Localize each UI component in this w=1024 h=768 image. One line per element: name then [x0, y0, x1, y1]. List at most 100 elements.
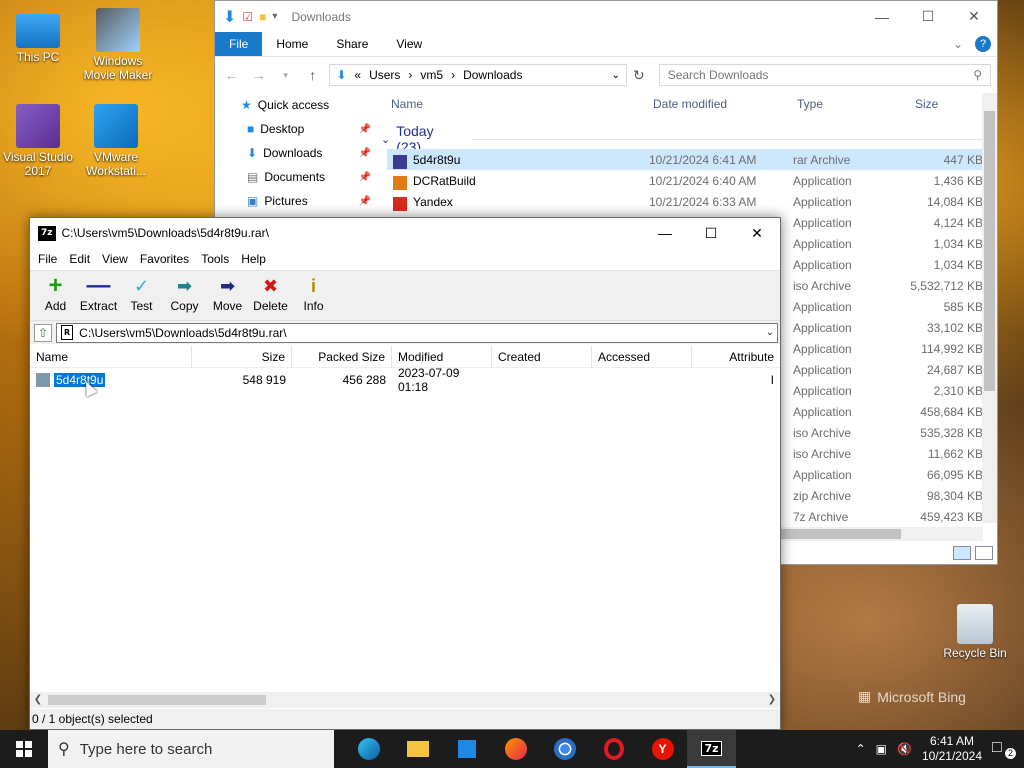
menu-file[interactable]: File — [32, 252, 63, 266]
vertical-scrollbar[interactable] — [982, 93, 997, 523]
column-attribute[interactable]: Attribute — [692, 346, 780, 368]
taskbar: ⚲ Type here to search Y 7z ⌃ ▣ 🔇 6:41 AM… — [0, 730, 1024, 768]
menu-edit[interactable]: Edit — [63, 252, 96, 266]
archive-row[interactable]: 5d4r8t9u 548 919 456 288 2023-07-09 01:1… — [30, 366, 780, 394]
scroll-thumb[interactable] — [48, 695, 266, 705]
clock[interactable]: 6:41 AM 10/21/2024 — [922, 734, 982, 764]
menu-favorites[interactable]: Favorites — [134, 252, 195, 266]
minimize-button[interactable]: — — [859, 1, 905, 32]
ribbon-expand-icon[interactable]: ⌄ — [953, 37, 963, 51]
address-dropdown-icon[interactable]: ⌄ — [612, 70, 620, 81]
help-icon[interactable]: ? — [975, 36, 991, 52]
desktop-icon-this-pc[interactable]: This PC — [0, 8, 76, 64]
file-row-size-text: 459,423 KB — [920, 509, 983, 524]
column-size[interactable]: Size — [909, 97, 979, 111]
file-row[interactable]: Yandex 10/21/2024 6:33 AM Application 14,08… — [387, 191, 985, 212]
scroll-thumb[interactable] — [781, 529, 901, 539]
info-button[interactable]: i Info — [292, 271, 335, 314]
column-type[interactable]: Type — [791, 97, 909, 111]
path-dropdown-icon[interactable]: ⌄ — [763, 327, 777, 338]
up-folder-button[interactable]: ⇧ — [34, 323, 52, 342]
yandex-icon[interactable]: Y — [638, 730, 687, 768]
close-button[interactable]: ✕ — [951, 1, 997, 32]
move-button[interactable]: ➡ Move — [206, 271, 249, 314]
file-row-type-text: Application — [793, 257, 852, 272]
scroll-thumb[interactable] — [984, 111, 995, 391]
menu-tools[interactable]: Tools — [195, 252, 235, 266]
start-button[interactable] — [0, 730, 48, 768]
column-size[interactable]: Size — [192, 345, 292, 368]
menu-view[interactable]: View — [96, 252, 134, 266]
taskbar-search-input[interactable]: ⚲ Type here to search — [48, 730, 334, 768]
recent-locations-icon[interactable]: ▾ — [275, 70, 296, 81]
nav-downloads[interactable]: ⬇ Downloads 📌 — [215, 141, 379, 165]
column-packed-size[interactable]: Packed Size — [292, 345, 392, 368]
horizontal-scrollbar[interactable] — [781, 527, 983, 541]
breadcrumb-overflow-icon[interactable]: « — [354, 68, 361, 82]
store-icon[interactable] — [442, 730, 491, 768]
file-row[interactable]: DCRatBuild 10/21/2024 6:40 AM Application 1… — [387, 170, 985, 191]
file-row-name: Yandex — [387, 195, 649, 211]
column-modified[interactable]: Modified — [392, 345, 492, 368]
scroll-right-icon[interactable]: ❯ — [764, 692, 780, 708]
refresh-button[interactable]: ↻ — [633, 67, 645, 84]
back-button[interactable]: ← — [221, 67, 242, 83]
search-input[interactable]: Search Downloads ⚲ — [658, 64, 991, 86]
maximize-button[interactable]: ☐ — [688, 218, 734, 248]
test-button[interactable]: ✓ Test — [120, 271, 163, 314]
breadcrumb-vm5[interactable]: vm5 — [420, 68, 443, 82]
notification-center-button[interactable]: □ 2 — [992, 739, 1016, 759]
column-accessed[interactable]: Accessed — [592, 345, 692, 368]
desktop-icon-movie-maker[interactable]: Windows Movie Maker — [80, 8, 156, 82]
minimize-button[interactable]: — — [642, 218, 688, 248]
details-view-icon[interactable] — [953, 546, 971, 560]
tab-share[interactable]: Share — [322, 32, 382, 56]
column-name[interactable]: Name — [385, 97, 647, 111]
close-button[interactable]: ✕ — [734, 218, 780, 248]
nav-quick-access[interactable]: ★ Quick access — [215, 93, 379, 117]
edge-icon[interactable] — [344, 730, 393, 768]
desktop-icon-visual-studio[interactable]: Visual Studio 2017 — [0, 104, 76, 178]
properties-icon[interactable]: ☑ — [242, 10, 253, 24]
large-icons-view-icon[interactable] — [975, 546, 993, 560]
tab-view[interactable]: View — [382, 32, 436, 56]
extract-button[interactable]: — Extract — [77, 271, 120, 313]
column-date-modified[interactable]: Date modified — [647, 97, 791, 111]
clock-date: 10/21/2024 — [921, 749, 982, 763]
scroll-left-icon[interactable]: ❮ — [30, 692, 46, 708]
delete-button[interactable]: ✖ Delete — [249, 271, 292, 314]
firefox-icon[interactable] — [491, 730, 540, 768]
column-name[interactable]: Name — [30, 345, 192, 368]
file-row[interactable]: 5d4r8t9u 10/21/2024 6:41 AM rar Archive 447… — [387, 149, 985, 170]
chrome-icon[interactable] — [540, 730, 589, 768]
column-created[interactable]: Created — [492, 345, 592, 368]
desktop-icon-recycle-bin[interactable]: Recycle Bin — [937, 604, 1013, 660]
copy-button[interactable]: ➡ Copy — [163, 271, 206, 314]
address-bar[interactable]: ⬇ « Users › vm5 › Downloads ⌄ — [329, 64, 627, 86]
breadcrumb-users[interactable]: Users — [369, 68, 400, 82]
file-row-size-text: 4,124 KB — [933, 215, 983, 230]
maximize-button[interactable]: ☐ — [905, 1, 951, 32]
add-button[interactable]: + Add — [34, 271, 77, 313]
nav-desktop[interactable]: ■ Desktop 📌 — [215, 117, 379, 141]
up-button[interactable]: ↑ — [302, 67, 323, 83]
menu-help[interactable]: Help — [235, 252, 272, 266]
folder-icon[interactable]: ■ — [259, 10, 266, 24]
horizontal-scrollbar[interactable]: ❮ ❯ — [30, 692, 780, 708]
7zip-icon[interactable]: 7z — [687, 730, 736, 768]
7zip-window[interactable]: 7z C:\Users\vm5\Downloads\5d4r8t9u.rar\ … — [29, 217, 781, 730]
quick-access-dropdown-icon[interactable]: ▾ — [272, 11, 277, 22]
file-explorer-icon[interactable] — [393, 730, 442, 768]
network-icon[interactable]: ▣ — [876, 742, 887, 756]
show-hidden-icons-icon[interactable]: ⌃ — [856, 742, 866, 756]
forward-button[interactable]: → — [248, 67, 269, 83]
desktop-icon-vmware[interactable]: VMware Workstati... — [78, 104, 154, 178]
tab-file[interactable]: File — [215, 32, 263, 56]
nav-documents[interactable]: ▤ Documents 📌 — [215, 165, 379, 189]
volume-muted-icon[interactable]: 🔇 — [897, 742, 912, 756]
path-input[interactable]: R C:\Users\vm5\Downloads\5d4r8t9u.rar\ ⌄ — [56, 322, 778, 343]
opera-icon[interactable] — [589, 730, 638, 768]
breadcrumb-downloads[interactable]: Downloads — [463, 68, 522, 82]
nav-pictures[interactable]: ▣ Pictures 📌 — [215, 189, 379, 213]
tab-home[interactable]: Home — [262, 32, 322, 56]
